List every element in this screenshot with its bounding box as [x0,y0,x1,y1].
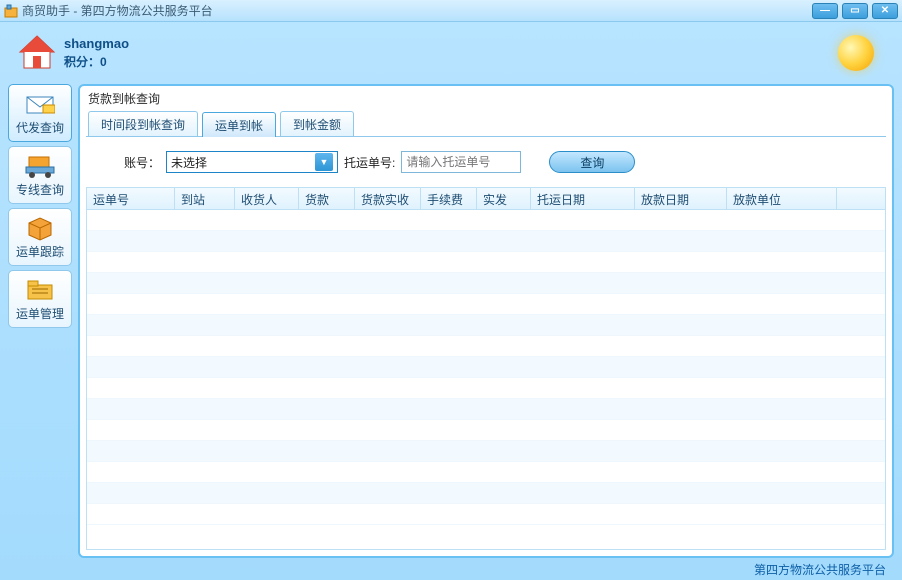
account-value: 未选择 [171,154,315,171]
table-row [87,336,885,357]
filter-row: 账号： 未选择 ▼ 托运单号: 查询 [86,137,886,187]
folder-icon [25,277,55,303]
grid-column-header[interactable]: 运单号 [87,188,175,209]
window-titlebar: 商贸助手 - 第四方物流公共服务平台 — ▭ ✕ [0,0,902,22]
user-points: 积分：0 [64,53,129,70]
table-row [87,231,885,252]
waybill-input[interactable] [401,151,521,173]
content: 货款到帐查询 时间段到帐查询 运单到帐 到帐金额 账号： 未选择 ▼ 托运单号:… [78,84,894,558]
tab-waybill-arrival[interactable]: 运单到帐 [202,112,276,137]
grid-column-header[interactable]: 手续费 [421,188,477,209]
table-row [87,504,885,525]
account-select[interactable]: 未选择 ▼ [166,151,338,173]
window-title: 商贸助手 - 第四方物流公共服务平台 [22,2,213,19]
app-icon [4,4,18,18]
grid-column-header[interactable]: 托运日期 [531,188,635,209]
query-panel: 货款到帐查询 时间段到帐查询 运单到帐 到帐金额 账号： 未选择 ▼ 托运单号:… [78,84,894,558]
package-icon [25,215,55,241]
home-icon [16,32,58,74]
sidebar: 代发查询 专线查询 运单跟踪 运单管理 [8,84,72,558]
table-row [87,420,885,441]
footer-text: 第四方物流公共服务平台 [754,561,886,578]
tab-bar: 时间段到帐查询 运单到帐 到帐金额 [86,111,886,137]
sidebar-item-track[interactable]: 运单跟踪 [8,208,72,266]
sidebar-item-line-query[interactable]: 专线查询 [8,146,72,204]
sidebar-item-manage[interactable]: 运单管理 [8,270,72,328]
waybill-label: 托运单号: [344,154,395,171]
table-row [87,462,885,483]
sidebar-item-label: 代发查询 [16,119,64,136]
table-row [87,210,885,231]
grid-column-header[interactable]: 实发 [477,188,531,209]
sidebar-item-label: 运单管理 [16,305,64,322]
sidebar-item-label: 专线查询 [16,181,64,198]
account-label: 账号： [124,154,160,171]
table-row [87,483,885,504]
sun-icon [838,35,874,71]
grid-column-header[interactable]: 到站 [175,188,235,209]
table-row [87,273,885,294]
grid-column-header[interactable]: 货款实收 [355,188,421,209]
user-info: shangmao 积分：0 [64,36,129,70]
grid-column-header[interactable]: 货款 [299,188,355,209]
table-row [87,252,885,273]
tab-amount[interactable]: 到帐金额 [280,111,354,136]
username: shangmao [64,36,129,51]
envelope-icon [25,91,55,117]
maximize-button[interactable]: ▭ [842,3,868,19]
chevron-down-icon: ▼ [315,153,333,171]
grid-column-header[interactable]: 放款单位 [727,188,837,209]
truck-icon [25,153,55,179]
grid-column-header[interactable]: 放款日期 [635,188,727,209]
minimize-button[interactable]: — [812,3,838,19]
table-row [87,294,885,315]
table-row [87,378,885,399]
sidebar-item-proxy-query[interactable]: 代发查询 [8,84,72,142]
grid-column-header[interactable]: 收货人 [235,188,299,209]
grid-body [87,210,885,549]
table-row [87,441,885,462]
table-row [87,399,885,420]
panel-title: 货款到帐查询 [86,88,886,111]
table-row [87,357,885,378]
footer-bar: 第四方物流公共服务平台 [0,558,902,580]
table-row [87,315,885,336]
sidebar-item-label: 运单跟踪 [16,243,64,260]
search-button[interactable]: 查询 [549,151,635,173]
results-grid: 运单号到站收货人货款货款实收手续费实发托运日期放款日期放款单位 [86,187,886,550]
main-area: 代发查询 专线查询 运单跟踪 运单管理 货款到帐查询 时间段到帐查询 [0,84,902,558]
tab-period-query[interactable]: 时间段到帐查询 [88,111,198,136]
user-banner: shangmao 积分：0 [0,22,902,84]
window-controls: — ▭ ✕ [812,3,898,19]
close-button[interactable]: ✕ [872,3,898,19]
grid-header: 运单号到站收货人货款货款实收手续费实发托运日期放款日期放款单位 [87,188,885,210]
